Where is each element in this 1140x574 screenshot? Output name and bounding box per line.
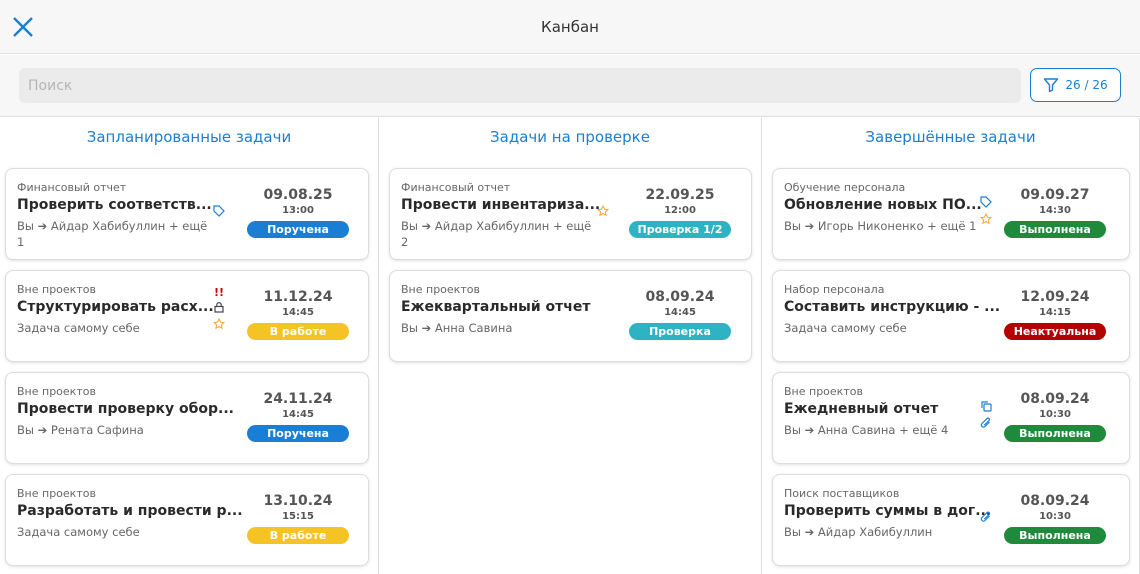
task-project: Финансовый отчет xyxy=(401,181,511,194)
task-name: Ежедневный отчет xyxy=(784,401,939,417)
task-assignees: Задача самому себе xyxy=(784,321,907,335)
status-badge: Выполнена xyxy=(1004,425,1106,442)
filter-button[interactable]: 26 / 26 xyxy=(1030,68,1121,102)
task-card[interactable]: Набор персонала Составить инструкцию - .… xyxy=(772,270,1130,362)
task-icons xyxy=(212,205,226,220)
task-assignees: Вы ➔ Айдар Хабибуллин + ещё 1 xyxy=(17,219,208,249)
task-icons: !! xyxy=(212,287,226,333)
task-date: 11.12.24 xyxy=(263,289,333,305)
task-name: Структурировать расх... xyxy=(17,299,214,315)
status-badge: Поручена xyxy=(247,221,349,238)
task-assignees: Вы ➔ Айдар Хабибуллин xyxy=(784,525,933,539)
priority-icon: !! xyxy=(213,286,225,299)
column-title: Задачи на проверке xyxy=(490,128,650,146)
task-name: Обновление новых ПО... xyxy=(784,197,982,213)
task-time: 14:30 xyxy=(1039,205,1071,216)
task-time: 14:45 xyxy=(282,409,314,420)
header: Канбан xyxy=(0,0,1140,54)
task-project: Набор персонала xyxy=(784,283,885,296)
star-icon xyxy=(212,317,226,333)
task-card[interactable]: Поиск поставщиков Проверить суммы в дог.… xyxy=(772,474,1130,566)
task-icons xyxy=(979,400,993,432)
tag-icon xyxy=(980,196,992,211)
task-card[interactable]: Финансовый отчет Проверить соответств...… xyxy=(5,168,369,260)
task-date: 09.08.25 xyxy=(263,187,333,203)
task-assignees: Вы ➔ Игорь Никоненко + ещё 1 xyxy=(784,219,977,233)
task-project: Вне проектов xyxy=(17,283,96,296)
task-time: 15:15 xyxy=(282,511,314,522)
task-icons xyxy=(596,204,610,220)
task-date: 22.09.25 xyxy=(645,187,715,203)
copy-icon xyxy=(980,400,992,415)
task-time: 10:30 xyxy=(1039,409,1071,420)
task-project: Обучение персонала xyxy=(784,181,906,194)
task-time: 14:15 xyxy=(1039,307,1071,318)
column-0: Запланированные задачи Финансовый отчет … xyxy=(0,118,379,574)
task-name: Составить инструкцию - ... xyxy=(784,299,1001,315)
task-card[interactable]: Вне проектов Структурировать расх... Зад… xyxy=(5,270,369,362)
task-card[interactable]: Вне проектов Разработать и провести р...… xyxy=(5,474,369,566)
status-badge: Неактуальна xyxy=(1004,323,1106,340)
task-time: 10:30 xyxy=(1039,511,1071,522)
task-date: 24.11.24 xyxy=(263,391,333,407)
task-card[interactable]: Обучение персонала Обновление новых ПО..… xyxy=(772,168,1130,260)
filter-count: 26 / 26 xyxy=(1065,78,1108,92)
status-badge: Проверка xyxy=(629,323,731,340)
status-badge: Поручена xyxy=(247,425,349,442)
column-title: Завершённые задачи xyxy=(865,128,1036,146)
task-assignees: Вы ➔ Рената Сафина xyxy=(17,423,144,437)
task-date: 08.09.24 xyxy=(1020,493,1090,509)
task-name: Проверить суммы в дог... xyxy=(784,503,992,519)
task-card[interactable]: Вне проектов Ежедневный отчет Вы ➔ Анна … xyxy=(772,372,1130,464)
status-badge: В работе xyxy=(247,527,349,544)
task-time: 13:00 xyxy=(282,205,314,216)
task-name: Провести инвентариза... xyxy=(401,197,601,213)
task-icons xyxy=(979,511,993,526)
task-date: 09.09.27 xyxy=(1020,187,1090,203)
status-badge: Выполнена xyxy=(1004,221,1106,238)
task-project: Финансовый отчет xyxy=(17,181,127,194)
task-name: Ежеквартальный отчет xyxy=(401,299,591,315)
page-title: Канбан xyxy=(541,18,599,36)
lock-icon xyxy=(213,301,225,316)
task-assignees: Вы ➔ Анна Савина + ещё 4 xyxy=(784,423,949,437)
column-2: Завершённые задачи Обучение персонала Об… xyxy=(762,118,1140,574)
task-time: 14:45 xyxy=(282,307,314,318)
task-date: 08.09.24 xyxy=(1020,391,1090,407)
status-badge: Выполнена xyxy=(1004,527,1106,544)
task-time: 14:45 xyxy=(664,307,696,318)
star-icon xyxy=(979,212,993,228)
status-badge: В работе xyxy=(247,323,349,340)
task-date: 12.09.24 xyxy=(1020,289,1090,305)
task-icons xyxy=(979,196,993,228)
task-card[interactable]: Вне проектов Ежеквартальный отчет Вы ➔ А… xyxy=(389,270,752,362)
task-project: Вне проектов xyxy=(17,385,96,398)
search-input[interactable] xyxy=(19,68,1021,103)
task-name: Провести проверку обор... xyxy=(17,401,234,417)
column-title: Запланированные задачи xyxy=(86,128,292,146)
task-assignees: Вы ➔ Анна Савина xyxy=(401,321,513,335)
task-time: 12:00 xyxy=(664,205,696,216)
tag-icon xyxy=(213,205,225,220)
task-date: 08.09.24 xyxy=(645,289,715,305)
task-project: Поиск поставщиков xyxy=(784,487,900,500)
task-card[interactable]: Вне проектов Провести проверку обор... В… xyxy=(5,372,369,464)
star-icon xyxy=(596,204,610,220)
task-assignees: Задача самому себе xyxy=(17,321,140,335)
task-project: Вне проектов xyxy=(784,385,863,398)
task-assignees: Задача самому себе xyxy=(17,525,140,539)
task-assignees: Вы ➔ Айдар Хабибуллин + ещё 2 xyxy=(401,219,592,249)
paperclip-icon xyxy=(980,417,992,432)
paperclip-icon xyxy=(980,511,992,526)
task-card[interactable]: Финансовый отчет Провести инвентариза...… xyxy=(389,168,752,260)
status-badge: Проверка 1/2 xyxy=(629,221,731,238)
task-project: Вне проектов xyxy=(17,487,96,500)
search-bar: 26 / 26 xyxy=(0,55,1140,117)
task-name: Проверить соответств... xyxy=(17,197,212,213)
task-project: Вне проектов xyxy=(401,283,480,296)
task-date: 13.10.24 xyxy=(263,493,333,509)
filter-icon xyxy=(1044,78,1059,93)
task-name: Разработать и провести р... xyxy=(17,503,243,519)
column-1: Задачи на проверке Финансовый отчет Пров… xyxy=(379,118,762,574)
